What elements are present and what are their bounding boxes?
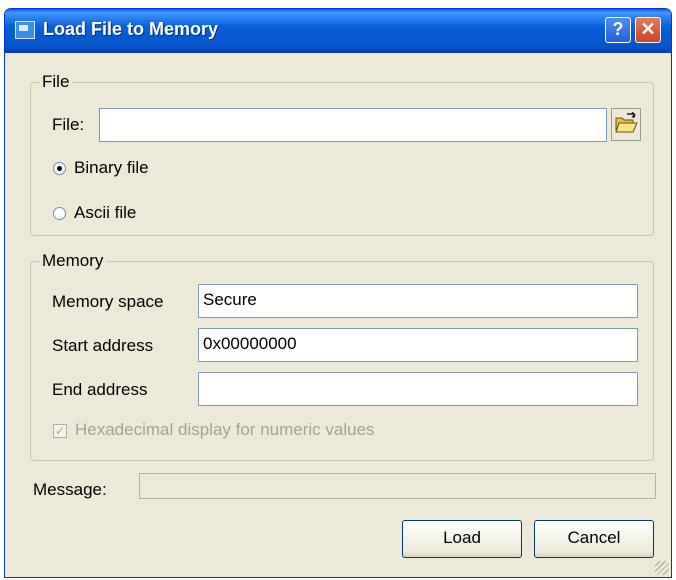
start-address-field[interactable]: 0x00000000 [198, 328, 638, 362]
binary-file-radio[interactable] [53, 162, 66, 175]
memory-group: Memory Memory space Secure Start address… [30, 251, 654, 461]
binary-file-label[interactable]: Binary file [74, 158, 149, 178]
end-address-field[interactable] [198, 372, 638, 406]
close-button[interactable]: ✕ [635, 17, 661, 43]
cancel-button[interactable]: Cancel [534, 520, 654, 558]
file-group: File File: Binary file Ascii file [30, 72, 654, 236]
app-icon [15, 21, 35, 39]
file-label: File: [52, 115, 85, 134]
load-file-dialog: Load File to Memory ? ✕ File File: Binar… [4, 8, 672, 578]
load-button[interactable]: Load [402, 520, 522, 558]
ascii-file-label[interactable]: Ascii file [74, 203, 136, 223]
memory-space-field[interactable]: Secure [198, 284, 638, 318]
memory-space-label: Memory space [52, 292, 164, 311]
start-address-label: Start address [52, 336, 154, 355]
end-address-label: End address [52, 380, 148, 399]
resize-grip[interactable] [655, 561, 669, 575]
help-button[interactable]: ? [605, 17, 631, 43]
folder-open-icon [615, 111, 638, 133]
file-path-input[interactable] [99, 108, 607, 142]
memory-group-legend: Memory [39, 251, 107, 271]
browse-button[interactable] [611, 108, 641, 141]
title-bar[interactable]: Load File to Memory ? ✕ [5, 9, 671, 53]
ascii-file-radio[interactable] [53, 207, 66, 220]
hex-display-label: Hexadecimal display for numeric values [75, 420, 375, 439]
message-field [139, 473, 656, 499]
message-label: Message: [33, 480, 107, 499]
window-title: Load File to Memory [43, 19, 219, 39]
file-group-legend: File [39, 72, 73, 92]
hex-display-checkbox: ✓ [53, 424, 67, 438]
